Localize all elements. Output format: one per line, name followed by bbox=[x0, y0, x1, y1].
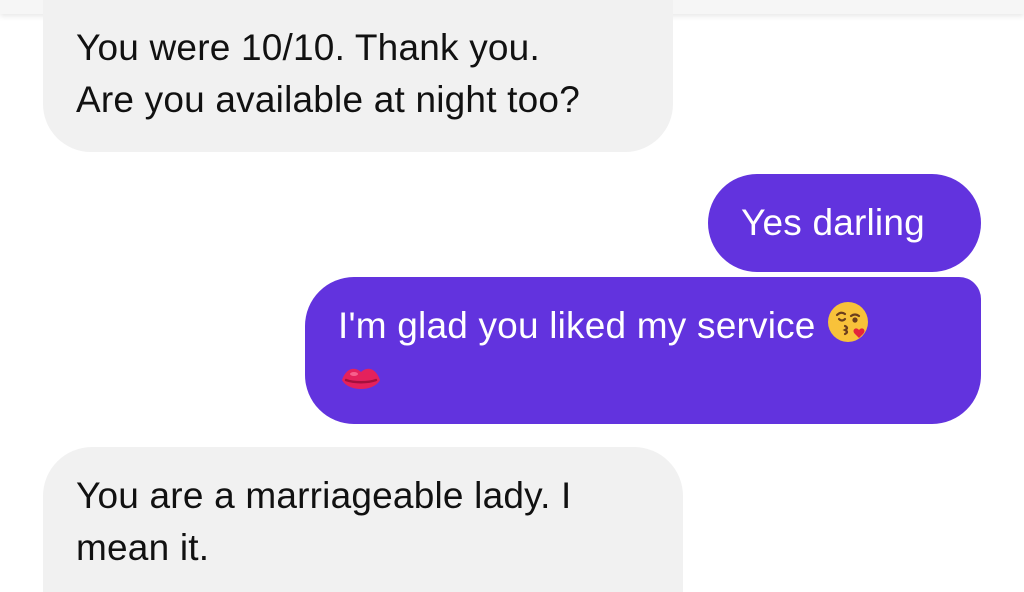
message-text: Are you available at night too? bbox=[76, 79, 580, 120]
message-bubble-incoming[interactable]: You are a marriageable lady. I mean it. bbox=[43, 447, 683, 592]
face-blowing-kiss-icon bbox=[827, 302, 868, 342]
kiss-mark-icon bbox=[342, 368, 380, 389]
message-text-line bbox=[338, 352, 981, 404]
message-text: Yes darling bbox=[741, 202, 925, 243]
message-text: I'm glad you liked my service bbox=[338, 305, 816, 346]
message-bubble-incoming[interactable]: You were 10/10. Thank you. Are you avail… bbox=[43, 0, 673, 152]
message-bubble-outgoing[interactable]: I'm glad you liked my service bbox=[305, 277, 981, 424]
chat-screen: You were 10/10. Thank you. Are you avail… bbox=[0, 0, 1024, 592]
message-text: mean it. bbox=[76, 527, 210, 568]
message-text-line: I'm glad you liked my service bbox=[338, 300, 981, 352]
message-bubble-outgoing[interactable]: Yes darling bbox=[708, 174, 981, 272]
message-text: You are a marriageable lady. I bbox=[76, 475, 572, 516]
message-text: You were 10/10. Thank you. bbox=[76, 27, 540, 68]
